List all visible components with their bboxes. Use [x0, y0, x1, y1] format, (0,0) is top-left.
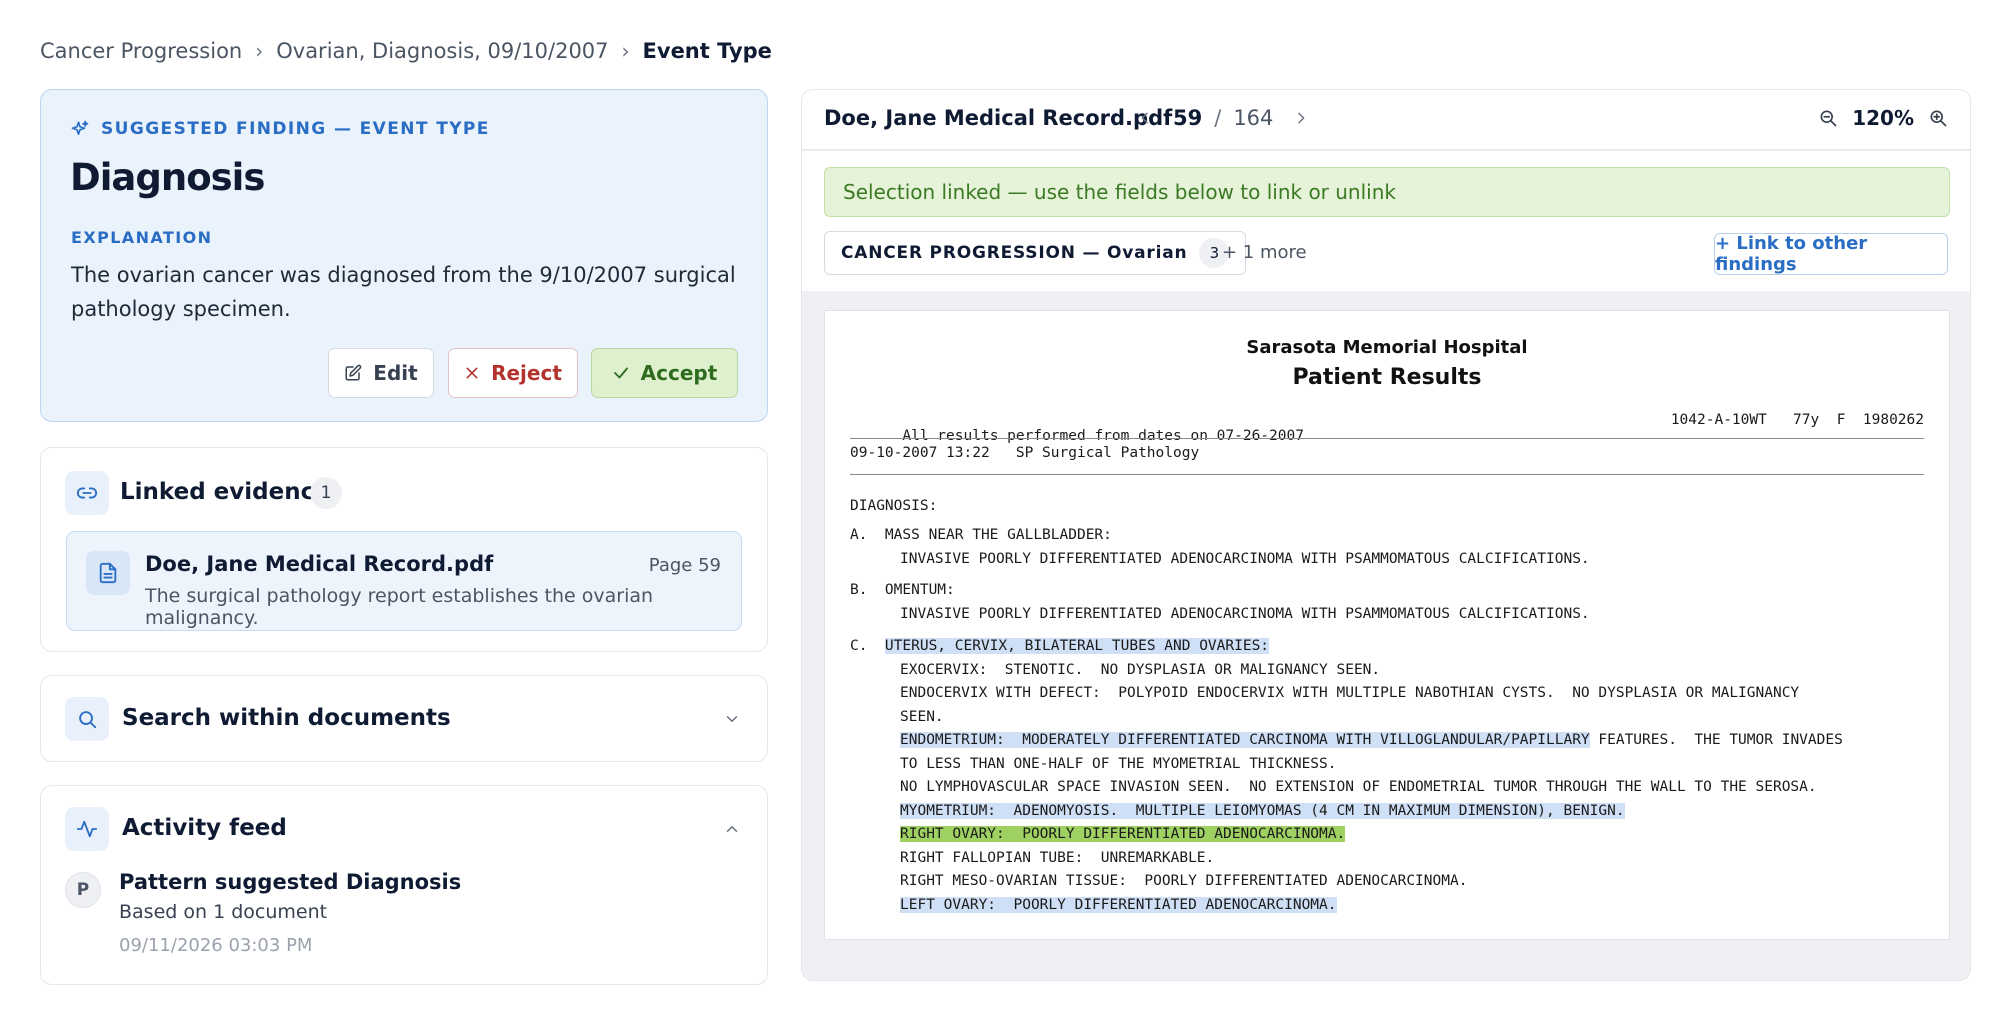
- doc-line-b-label[interactable]: B. OMENTUM:: [850, 582, 955, 598]
- more-findings-link[interactable]: + 1 more: [1222, 242, 1307, 263]
- search-within-documents-card[interactable]: Search within documents: [40, 675, 768, 762]
- doc-line-left-ovary[interactable]: LEFT OVARY: POORLY DIFFERENTIATED ADENOC…: [900, 897, 1337, 913]
- finding-title: Diagnosis: [70, 156, 265, 199]
- explanation-label: EXPLANATION: [71, 228, 213, 247]
- edit-button[interactable]: Edit: [328, 348, 434, 398]
- evidence-page: Page 59: [648, 555, 721, 576]
- link-to-other-findings-button[interactable]: + Link to other findings: [1714, 233, 1948, 275]
- activity-feed-card: Activity feed P Pattern suggested Diagno…: [40, 785, 768, 985]
- document-header-row: All results performed from dates on 07-2…: [850, 412, 1924, 444]
- zoom-level: 120%: [1852, 106, 1914, 130]
- doc-line-b-text[interactable]: INVASIVE POORLY DIFFERENTIATED ADENOCARC…: [900, 606, 1590, 622]
- breadcrumb-current: Event Type: [642, 39, 772, 63]
- activity-item-time: 09/11/2026 03:03 PM: [119, 935, 313, 956]
- link-icon: [65, 471, 109, 515]
- suggested-finding-card: SUGGESTED FINDING — EVENT TYPE Diagnosis…: [40, 89, 768, 422]
- file-text-icon: [86, 551, 130, 595]
- page-separator: /: [1214, 106, 1222, 130]
- highlight-myometrium[interactable]: MYOMETRIUM: ADENOMYOSIS. MULTIPLE LEIOMY…: [900, 803, 1625, 819]
- doc-line-c-label[interactable]: C. UTERUS, CERVIX, BILATERAL TUBES AND O…: [850, 638, 1270, 654]
- viewer-file-name: Doe, Jane Medical Record.pdf: [824, 106, 1173, 130]
- activity-item-subtitle: Based on 1 document: [119, 901, 328, 923]
- page-navigator: 59 / 164: [1137, 106, 1309, 130]
- highlight-c-label[interactable]: UTERUS, CERVIX, BILATERAL TUBES AND OVAR…: [884, 638, 1270, 654]
- avatar: P: [65, 872, 101, 908]
- chevron-right-icon[interactable]: [1293, 110, 1309, 126]
- linked-evidence-title: Linked evidence: [120, 479, 330, 505]
- pulse-icon: [65, 807, 109, 851]
- doc-line-diagnosis[interactable]: DIAGNOSIS:: [850, 498, 937, 514]
- highlight-endometrium[interactable]: ENDOMETRIUM: MODERATELY DIFFERENTIATED C…: [900, 732, 1590, 748]
- edit-button-label: Edit: [373, 361, 418, 385]
- breadcrumb-item-ovarian-diagnosis[interactable]: Ovarian, Diagnosis, 09/10/2007: [276, 39, 608, 63]
- chevron-down-icon[interactable]: [723, 710, 741, 728]
- evidence-file-name: Doe, Jane Medical Record.pdf: [145, 552, 494, 576]
- doc-line-endocervix-2[interactable]: SEEN.: [900, 709, 944, 725]
- breadcrumb-item-cancer-progression[interactable]: Cancer Progression: [40, 39, 242, 63]
- activity-feed-title: Activity feed: [122, 815, 287, 841]
- zoom-in-icon[interactable]: [1928, 108, 1948, 128]
- finding-tag-label: SUGGESTED FINDING — EVENT TYPE: [101, 119, 490, 139]
- chevron-right-icon: ›: [255, 39, 264, 63]
- highlight-left-ovary[interactable]: LEFT OVARY: POORLY DIFFERENTIATED ADENOC…: [900, 897, 1337, 913]
- doc-line-exocervix[interactable]: EXOCERVIX: STENOTIC. NO DYSPLASIA OR MAL…: [900, 662, 1380, 678]
- doc-line-endometrium-rest: FEATURES. THE TUMOR INVADES: [1589, 732, 1843, 748]
- doc-line-endometrium-2[interactable]: TO LESS THAN ONE-HALF OF THE MYOMETRIAL …: [900, 756, 1337, 772]
- document-header-right: 1042-A-10WT 77y F 1980262: [1670, 412, 1924, 428]
- doc-line-a-label[interactable]: A. MASS NEAR THE GALLBLADDER:: [850, 527, 1112, 543]
- finding-tag: SUGGESTED FINDING — EVENT TYPE: [71, 119, 490, 139]
- chevron-left-icon[interactable]: [1137, 110, 1153, 126]
- zoom-controls: 120%: [1818, 106, 1948, 130]
- sparkle-icon: [71, 120, 89, 136]
- breadcrumb: Cancer Progression › Ovarian, Diagnosis,…: [40, 36, 772, 66]
- page-current[interactable]: 59: [1173, 106, 1202, 130]
- reject-button[interactable]: Reject: [448, 348, 578, 398]
- chevron-up-icon[interactable]: [723, 820, 741, 838]
- check-icon: [613, 367, 628, 379]
- document-heading: Patient Results: [1292, 365, 1482, 390]
- search-icon: [65, 697, 109, 741]
- page-total: 164: [1233, 106, 1274, 130]
- evidence-item[interactable]: Doe, Jane Medical Record.pdf Page 59 The…: [66, 531, 742, 631]
- document-hospital: Sarasota Memorial Hospital: [1246, 337, 1528, 358]
- evidence-description: The surgical pathology report establishe…: [145, 585, 654, 629]
- linked-evidence-count: 1: [310, 477, 342, 509]
- document-rule: [850, 438, 1924, 439]
- doc-line-right-ovary[interactable]: RIGHT OVARY: POORLY DIFFERENTIATED ADENO…: [900, 826, 1346, 842]
- finding-chip-label: CANCER PROGRESSION — Ovarian: [841, 243, 1188, 263]
- viewer-link-bar: Selection linked — use the fields below …: [802, 151, 1970, 291]
- accept-button-label: Accept: [640, 361, 718, 385]
- document-header-line2: 09-10-2007 13:22 SP Surgical Pathology: [850, 445, 1200, 461]
- doc-line-lymph[interactable]: NO LYMPHOVASCULAR SPACE INVASION SEEN. N…: [900, 779, 1817, 795]
- doc-line-c-prefix: C.: [850, 638, 885, 654]
- doc-line-endometrium[interactable]: ENDOMETRIUM: MODERATELY DIFFERENTIATED C…: [900, 732, 1843, 748]
- zoom-out-icon[interactable]: [1818, 108, 1838, 128]
- document-header-left: All results performed from dates on 07-2…: [902, 428, 1304, 444]
- pencil-icon: [345, 364, 362, 381]
- document-page: Sarasota Memorial Hospital Patient Resul…: [824, 310, 1950, 940]
- activity-item-title: Pattern suggested Diagnosis: [119, 870, 462, 894]
- explanation-text: The ovarian cancer was diagnosed from th…: [71, 263, 736, 321]
- doc-line-endocervix-1[interactable]: ENDOCERVIX WITH DEFECT: POLYPOID ENDOCER…: [900, 685, 1799, 701]
- document-rule: [850, 474, 1924, 475]
- chevron-right-icon: ›: [621, 39, 630, 63]
- doc-line-right-tube[interactable]: RIGHT FALLOPIAN TUBE: UNREMARKABLE.: [900, 850, 1214, 866]
- highlight-right-ovary-active[interactable]: RIGHT OVARY: POORLY DIFFERENTIATED ADENO…: [900, 826, 1346, 842]
- finding-chip[interactable]: CANCER PROGRESSION — Ovarian 3: [824, 231, 1247, 275]
- document-viewer: Doe, Jane Medical Record.pdf 59 / 164 12…: [801, 89, 1971, 981]
- linked-evidence-card: Linked evidence 1 Doe, Jane Medical Reco…: [40, 447, 768, 652]
- doc-line-a-text[interactable]: INVASIVE POORLY DIFFERENTIATED ADENOCARC…: [900, 551, 1590, 567]
- search-within-documents-title: Search within documents: [122, 705, 451, 731]
- x-icon: [466, 367, 478, 379]
- doc-line-myometrium[interactable]: MYOMETRIUM: ADENOMYOSIS. MULTIPLE LEIOMY…: [900, 803, 1625, 819]
- viewer-header: Doe, Jane Medical Record.pdf 59 / 164 12…: [802, 90, 1970, 150]
- accept-button[interactable]: Accept: [591, 348, 738, 398]
- reject-button-label: Reject: [491, 361, 562, 385]
- doc-line-right-meso[interactable]: RIGHT MESO-OVARIAN TISSUE: POORLY DIFFER…: [900, 873, 1467, 889]
- selection-linked-banner: Selection linked — use the fields below …: [824, 167, 1950, 217]
